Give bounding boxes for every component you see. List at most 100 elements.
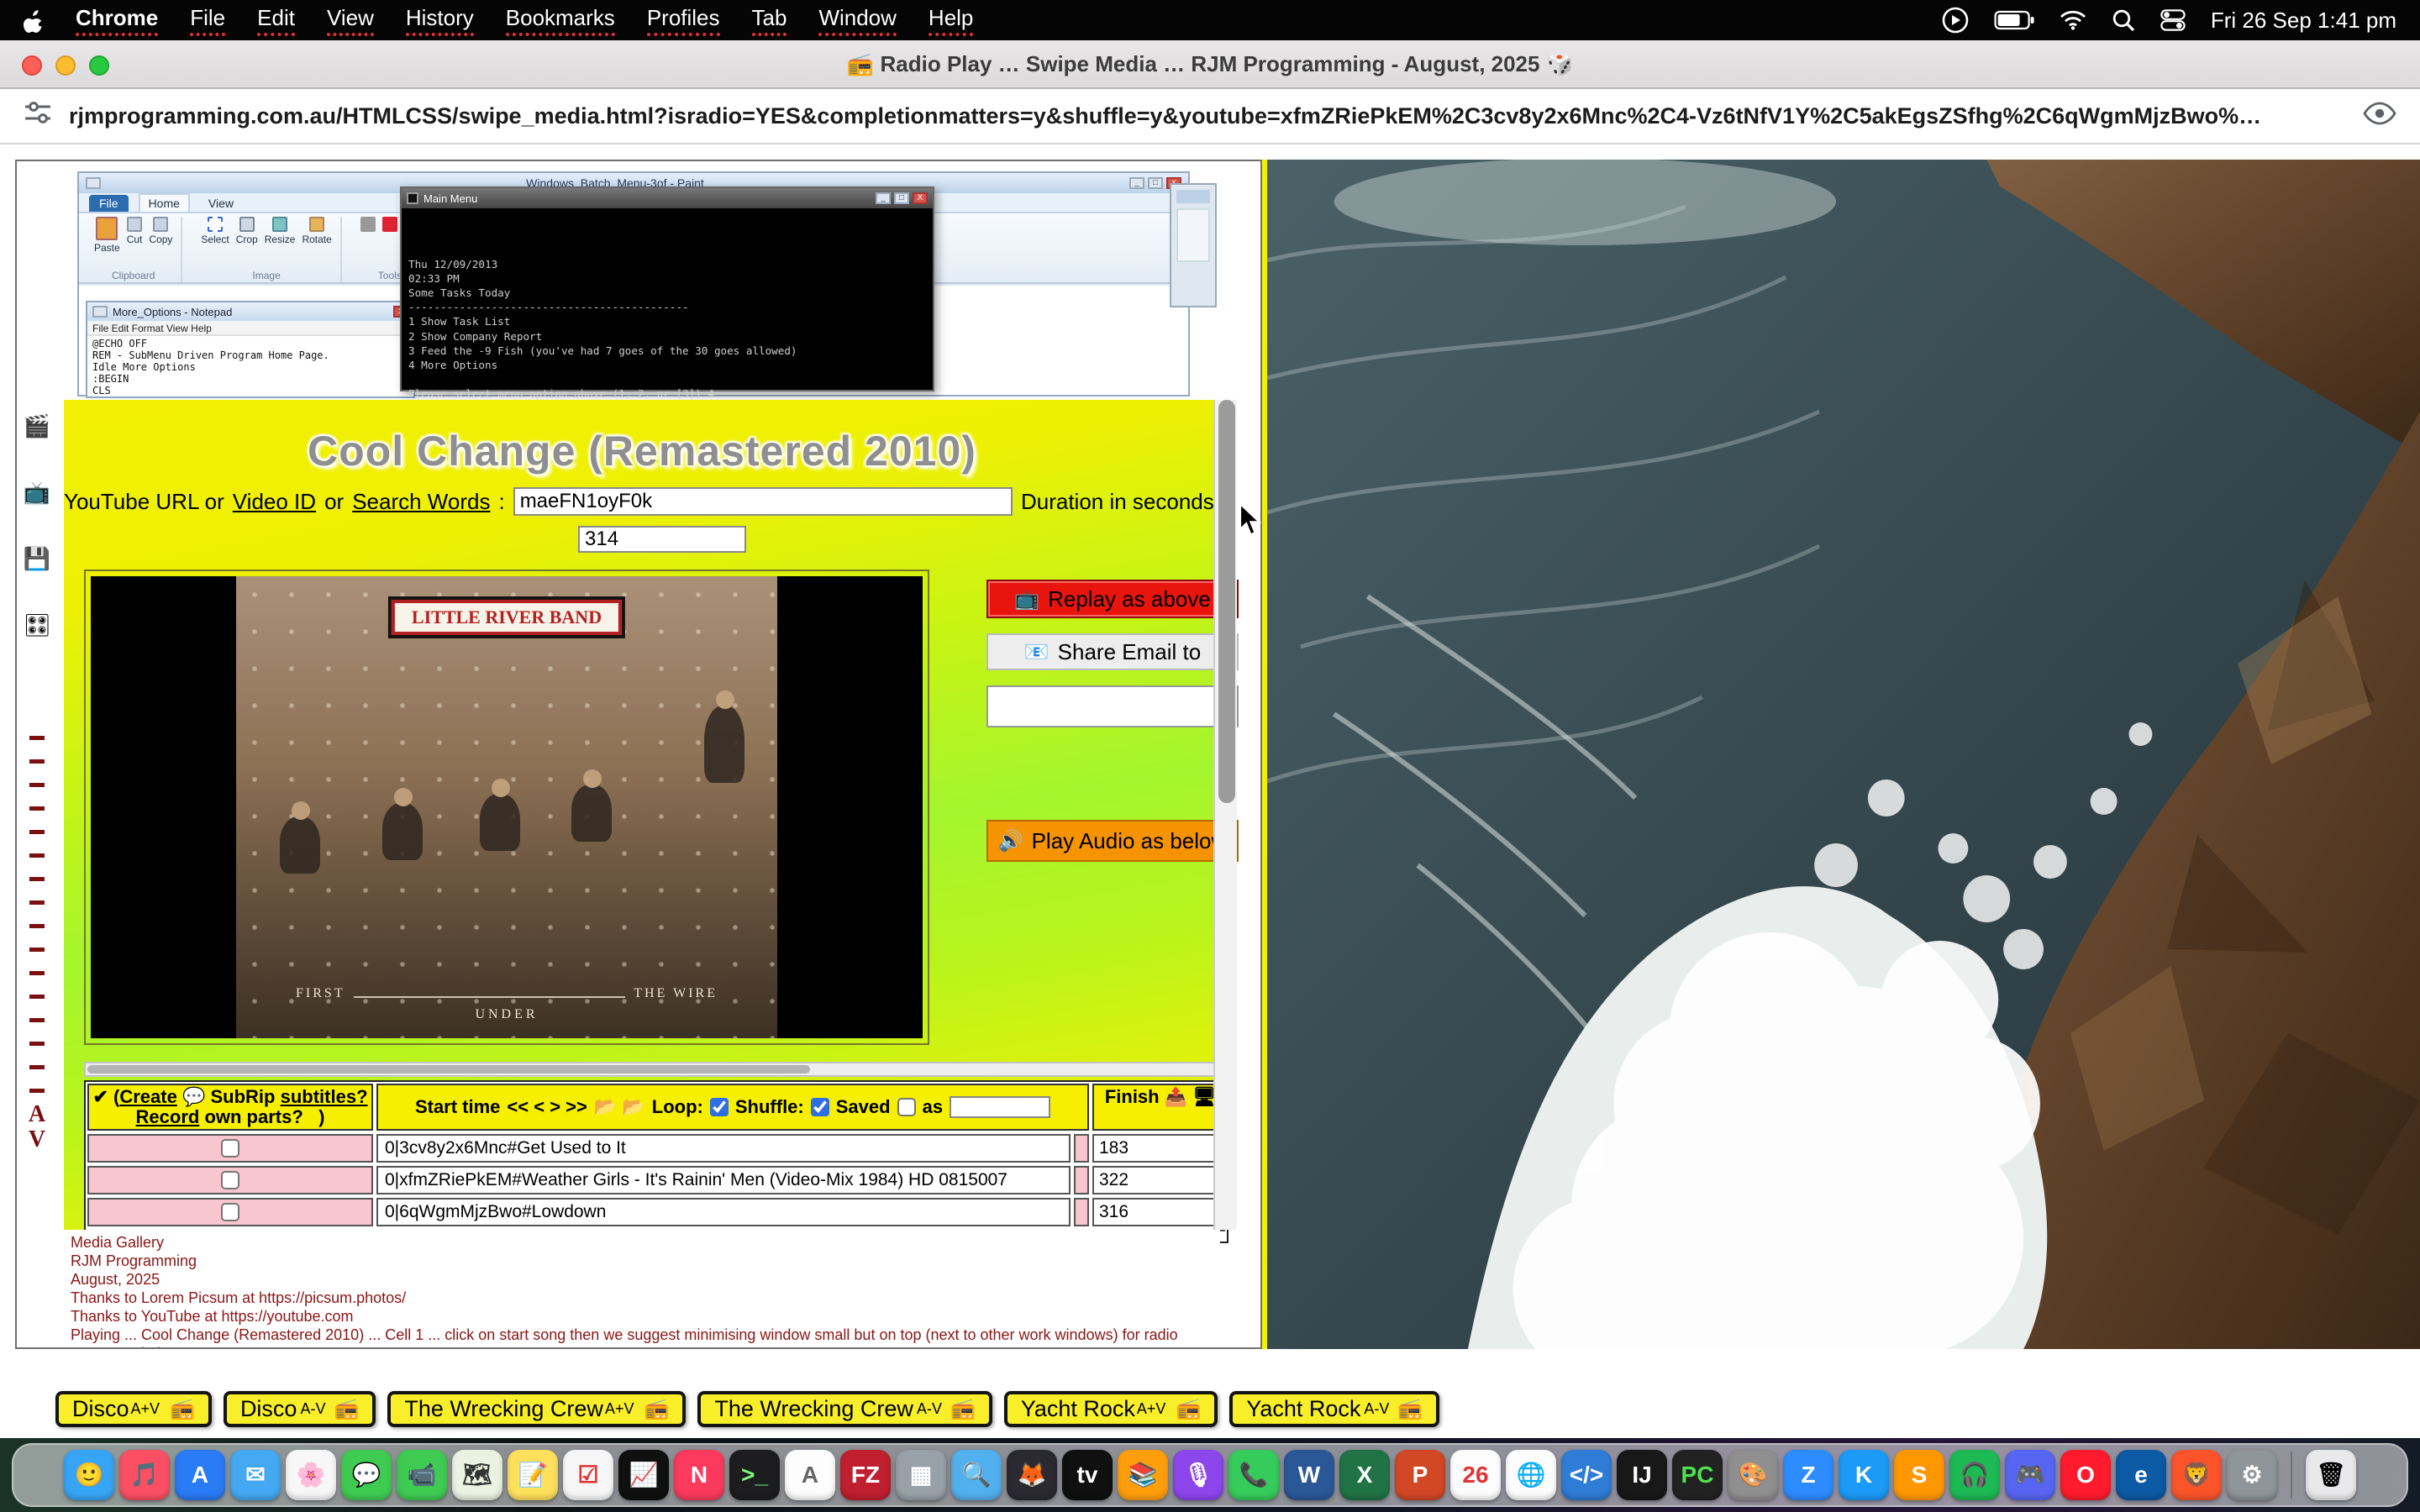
battery-icon[interactable] bbox=[1994, 10, 2034, 30]
sidebar-media-icon[interactable]: 📺 bbox=[24, 480, 50, 506]
horizontal-scrollbar-thumb[interactable] bbox=[87, 1065, 810, 1074]
playlist-button[interactable]: The Wrecking CrewA+V 📻 bbox=[387, 1391, 686, 1427]
dock-icon-terminal[interactable]: >_ bbox=[729, 1450, 780, 1500]
playlist-button[interactable]: DiscoA+V 📻 bbox=[55, 1391, 212, 1427]
vertical-scrollbar-thumb[interactable] bbox=[1218, 400, 1235, 803]
dock-icon-word[interactable]: W bbox=[1284, 1450, 1334, 1500]
apple-menu-icon[interactable] bbox=[24, 8, 45, 33]
album-art[interactable]: LITTLE RIVER BAND FIRST THE WIRE bbox=[91, 576, 923, 1038]
menu-item[interactable]: Edit bbox=[257, 5, 295, 36]
video-id-input[interactable] bbox=[513, 487, 1013, 516]
paint-maximize-icon[interactable]: □ bbox=[1148, 177, 1163, 189]
menu-item[interactable]: Profiles bbox=[647, 5, 720, 36]
control-center-icon[interactable] bbox=[2160, 9, 2186, 31]
now-playing-icon[interactable] bbox=[1942, 7, 1969, 34]
dock-icon-textedit[interactable]: A bbox=[785, 1450, 835, 1500]
create-subtitles-link[interactable]: Create bbox=[119, 1086, 176, 1107]
sidebar-media-icon[interactable]: 🎬 bbox=[24, 413, 50, 439]
dock-icon-excel[interactable]: X bbox=[1339, 1450, 1390, 1500]
dock-icon-music[interactable]: 🎵 bbox=[119, 1450, 170, 1500]
menu-item[interactable]: View bbox=[327, 5, 374, 36]
dock-icon-messages[interactable]: 💬 bbox=[341, 1450, 392, 1500]
dock-icon-settings[interactable]: ⚙ bbox=[2227, 1450, 2277, 1500]
console-close-icon[interactable]: X bbox=[913, 192, 928, 204]
dock-icon-app-store[interactable]: A bbox=[175, 1450, 225, 1500]
dock-icon-reminders[interactable]: ☑ bbox=[563, 1450, 613, 1500]
dock-icon-whatsapp[interactable]: 📞 bbox=[1228, 1450, 1279, 1500]
spotlight-icon[interactable] bbox=[2112, 8, 2135, 32]
cut-button[interactable]: Cut bbox=[127, 217, 143, 245]
vertical-scrollbar[interactable] bbox=[1213, 400, 1237, 1230]
address-url[interactable]: rjmprogramming.com.au/HTMLCSS/swipe_medi… bbox=[69, 103, 2346, 129]
fullscreen-button[interactable] bbox=[89, 55, 109, 76]
notepad-menu-bar[interactable]: File Edit Format View Help bbox=[87, 321, 413, 336]
preview-eye-icon[interactable] bbox=[2363, 101, 2396, 132]
rotate-button[interactable]: Rotate bbox=[302, 217, 331, 245]
dock-icon-brave[interactable]: 🦁 bbox=[2171, 1450, 2222, 1500]
ocean-wave-photo[interactable] bbox=[1262, 160, 2420, 1349]
dock-icon-trash[interactable]: 🗑 bbox=[2306, 1450, 2356, 1500]
sidebar-media-icon[interactable]: 🎛 bbox=[23, 612, 50, 638]
song-checkbox[interactable] bbox=[221, 1171, 239, 1189]
console-maximize-icon[interactable]: □ bbox=[894, 192, 909, 204]
song-title-cell[interactable]: 0|xfmZRiePkEM#Weather Girls - It's Raini… bbox=[376, 1166, 1071, 1194]
select-button[interactable]: Select bbox=[201, 217, 229, 245]
dock-icon-mail[interactable]: ✉ bbox=[230, 1450, 281, 1500]
song-checkbox[interactable] bbox=[221, 1203, 239, 1221]
menu-clock[interactable]: Fri 26 Sep 1:41 pm bbox=[2211, 8, 2396, 34]
dock-icon-books[interactable]: 📚 bbox=[1118, 1450, 1168, 1500]
dock-icon-stocks[interactable]: 📈 bbox=[618, 1450, 669, 1500]
share-email-button[interactable]: 📧 Share Email to bbox=[986, 633, 1239, 670]
paint-tab-view[interactable]: View bbox=[200, 195, 242, 212]
paste-button[interactable]: Paste bbox=[94, 217, 120, 254]
dock-icon-news[interactable]: N bbox=[674, 1450, 724, 1500]
text-tool-icon[interactable] bbox=[382, 217, 397, 245]
dock-icon-launchpad[interactable]: ▦ bbox=[896, 1450, 946, 1500]
playlist-button[interactable]: The Wrecking CrewA-V 📻 bbox=[697, 1391, 992, 1427]
dock-icon-sublime[interactable]: S bbox=[1894, 1450, 1944, 1500]
seek-arrows[interactable]: << < > >> bbox=[507, 1097, 587, 1117]
menu-item[interactable]: Help bbox=[929, 5, 973, 36]
dock-icon-maps[interactable]: 🗺 bbox=[452, 1450, 502, 1500]
crop-button[interactable]: Crop bbox=[236, 217, 258, 245]
dock-icon-firefox[interactable]: 🦊 bbox=[1007, 1450, 1057, 1500]
dock-icon-keynote[interactable]: K bbox=[1839, 1450, 1889, 1500]
dock-icon-powerpoint[interactable]: P bbox=[1395, 1450, 1445, 1500]
playlist-button[interactable]: Yacht RockA-V 📻 bbox=[1229, 1391, 1439, 1427]
finish-icons[interactable]: 📤 🖥 bbox=[1165, 1086, 1216, 1107]
site-settings-icon[interactable] bbox=[24, 98, 52, 134]
dock-icon-pycharm[interactable]: PC bbox=[1672, 1450, 1723, 1500]
dock-icon-zoom[interactable]: Z bbox=[1783, 1450, 1833, 1500]
dock-icon-facetime[interactable]: 📹 bbox=[397, 1450, 447, 1500]
dock-icon-podcasts[interactable]: 🎙 bbox=[1173, 1450, 1223, 1500]
share-email-input[interactable] bbox=[986, 685, 1239, 727]
play-audio-button[interactable]: 🔊 Play Audio as below bbox=[986, 820, 1239, 862]
dock-icon-gimp[interactable]: 🎨 bbox=[1728, 1450, 1778, 1500]
saved-checkbox[interactable] bbox=[897, 1098, 916, 1116]
minimize-button[interactable] bbox=[55, 55, 76, 76]
dock-icon-vscode[interactable]: </> bbox=[1561, 1450, 1612, 1500]
menu-item[interactable]: Bookmarks bbox=[506, 5, 615, 36]
menu-item[interactable]: Tab bbox=[752, 5, 787, 36]
table-row[interactable]: 0|6qWgmMjzBwo#Lowdown 316 bbox=[87, 1198, 1225, 1226]
paint-tab-home[interactable]: Home bbox=[139, 193, 190, 212]
dock-icon-appletv[interactable]: tv bbox=[1062, 1450, 1113, 1500]
dock-icon-opera[interactable]: O bbox=[2060, 1450, 2111, 1500]
close-button[interactable] bbox=[22, 55, 42, 76]
folder-icons[interactable]: 📂 📂 bbox=[594, 1097, 645, 1117]
dock-icon-edge[interactable]: e bbox=[2116, 1450, 2166, 1500]
resize-button[interactable]: Resize bbox=[265, 217, 296, 245]
dock-icon-spotify[interactable]: 🎧 bbox=[1949, 1450, 2000, 1500]
horizontal-scrollbar[interactable] bbox=[84, 1062, 1228, 1077]
song-checkbox[interactable] bbox=[221, 1139, 239, 1158]
dock-icon-notes[interactable]: 📝 bbox=[508, 1450, 558, 1500]
search-words-link[interactable]: Search Words bbox=[352, 489, 490, 515]
wifi-icon[interactable] bbox=[2060, 10, 2086, 30]
sidebar-media-icon[interactable]: 💾 bbox=[24, 546, 50, 572]
dock-icon-photos[interactable]: 🌸 bbox=[286, 1450, 336, 1500]
dock-icon-chrome[interactable]: 🌐 bbox=[1506, 1450, 1556, 1500]
menu-item[interactable]: Window bbox=[818, 5, 896, 36]
dock-icon-filezilla[interactable]: FZ bbox=[840, 1450, 891, 1500]
dock-icon-intellij[interactable]: IJ bbox=[1617, 1450, 1667, 1500]
pencil-tool-icon[interactable] bbox=[360, 217, 376, 245]
